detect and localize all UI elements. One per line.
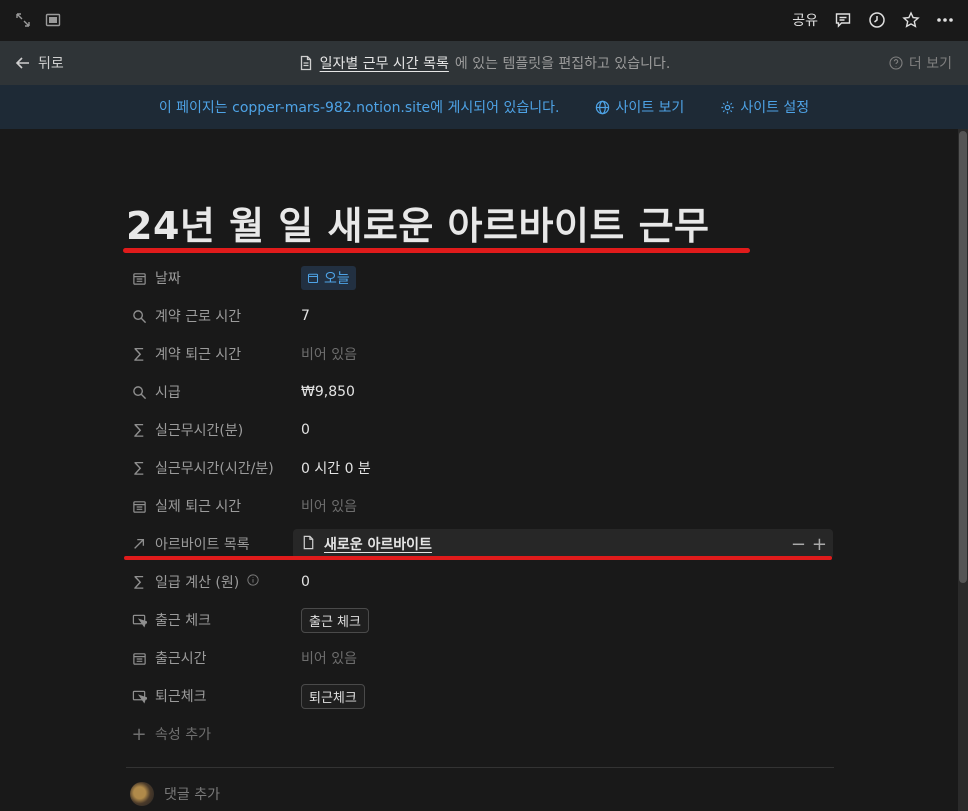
site-settings-button[interactable]: 사이트 설정 xyxy=(720,97,809,117)
publish-message[interactable]: 이 페이지는 copper-mars-982.notion.site에 게시되어… xyxy=(159,97,560,117)
property-value[interactable]: 7 xyxy=(301,308,834,324)
checkout-button[interactable]: 퇴근체크 xyxy=(301,683,365,709)
property-daily-pay: ∑ 일급 계산 (원) 0 xyxy=(126,563,834,601)
property-checkin-button: 출근 체크 출근 체크 xyxy=(126,601,834,639)
property-value: 퇴근체크 xyxy=(301,683,834,709)
view-site-label: 사이트 보기 xyxy=(615,100,685,116)
relation-title[interactable]: 새로운 아르바이트 xyxy=(324,534,432,554)
sigma-icon: ∑ xyxy=(134,460,144,476)
page-icon xyxy=(298,55,314,71)
globe-icon xyxy=(595,100,610,115)
divider xyxy=(126,767,834,768)
property-value: 출근 체크 xyxy=(301,607,834,633)
publish-banner: 이 페이지는 copper-mars-982.notion.site에 게시되어… xyxy=(0,85,968,129)
relation-controls: − + xyxy=(791,534,827,555)
property-value[interactable]: 비어 있음 xyxy=(301,344,834,364)
gear-icon xyxy=(720,100,735,115)
property-name[interactable]: 퇴근체크 xyxy=(126,686,301,706)
add-property-button[interactable]: + 속성 추가 xyxy=(126,715,834,753)
title-annotation-underline xyxy=(123,248,750,253)
star-icon[interactable] xyxy=(902,11,920,29)
calendar-icon xyxy=(131,650,147,666)
property-actual-leave-time: 실제 퇴근 시간 비어 있음 xyxy=(126,487,834,525)
top-bar: 공유 xyxy=(0,0,968,40)
site-settings-label: 사이트 설정 xyxy=(740,100,810,116)
plus-icon: + xyxy=(131,723,147,745)
cursor-click-icon xyxy=(131,612,147,628)
avatar xyxy=(130,782,154,806)
page-title[interactable]: 24년 월 일 새로운 아르바이트 근무 xyxy=(126,195,710,250)
property-name[interactable]: ∑ 계약 퇴근 시간 xyxy=(126,344,301,364)
expand-icon[interactable] xyxy=(14,11,32,29)
property-name[interactable]: 시급 xyxy=(126,382,301,402)
template-message-text: 에 있는 템플릿을 편집하고 있습니다. xyxy=(454,56,671,72)
scrollbar-thumb[interactable] xyxy=(959,131,967,583)
add-property-label: 속성 추가 xyxy=(155,727,211,743)
comment-icon[interactable] xyxy=(834,11,852,29)
add-comment-label: 댓글 추가 xyxy=(164,787,220,803)
remove-relation-icon[interactable]: − xyxy=(791,534,806,555)
cursor-click-icon xyxy=(131,688,147,704)
relation-annotation-underline xyxy=(124,556,832,560)
property-date: 날짜 오늘 xyxy=(126,259,834,297)
scrollbar[interactable] xyxy=(958,129,968,811)
property-actual-minutes: ∑ 실근무시간(분) 0 xyxy=(126,411,834,449)
property-actual-hours-minutes: ∑ 실근무시간(시간/분) 0 시간 0 분 xyxy=(126,449,834,487)
property-value[interactable]: 오늘 xyxy=(301,266,834,290)
back-button[interactable]: 뒤로 xyxy=(14,53,64,73)
template-edit-bar: 뒤로 일자별 근무 시간 목록 에 있는 템플릿을 편집하고 있습니다. 더 보… xyxy=(0,41,968,85)
share-button[interactable]: 공유 xyxy=(792,10,818,30)
property-value[interactable]: 0 xyxy=(301,574,834,590)
view-site-button[interactable]: 사이트 보기 xyxy=(595,97,684,117)
property-hourly-wage: 시급 ₩9,850 xyxy=(126,373,834,411)
search-icon xyxy=(131,384,147,400)
property-name[interactable]: 출근시간 xyxy=(126,648,301,668)
property-name[interactable]: 아르바이트 목록 xyxy=(126,534,301,554)
property-contract-hours: 계약 근로 시간 7 xyxy=(126,297,834,335)
more-icon[interactable] xyxy=(936,11,954,29)
property-value[interactable]: 비어 있음 xyxy=(301,648,834,668)
property-name[interactable]: ∑ 실근무시간(분) xyxy=(126,420,301,440)
search-icon xyxy=(131,308,147,324)
property-value: 새로운 아르바이트 − + xyxy=(293,529,834,559)
more-label: 더 보기 xyxy=(908,56,952,72)
more-info-button[interactable]: 더 보기 xyxy=(889,53,952,73)
sidebar-icon[interactable] xyxy=(44,11,62,29)
calendar-icon xyxy=(131,498,147,514)
date-chip[interactable]: 오늘 xyxy=(301,266,356,290)
add-relation-icon[interactable]: + xyxy=(812,534,827,555)
calendar-icon xyxy=(131,270,147,286)
property-checkout-button: 퇴근체크 퇴근체크 xyxy=(126,677,834,715)
template-page-link[interactable]: 일자별 근무 시간 목록 xyxy=(320,53,449,73)
info-icon[interactable] xyxy=(247,574,259,590)
template-message: 일자별 근무 시간 목록 에 있는 템플릿을 편집하고 있습니다. xyxy=(0,41,968,85)
arrow-up-right-icon xyxy=(131,536,147,552)
property-value[interactable]: 비어 있음 xyxy=(301,496,834,516)
page-icon xyxy=(301,535,316,554)
property-name[interactable]: ∑ 실근무시간(시간/분) xyxy=(126,458,301,478)
clock-icon[interactable] xyxy=(868,11,886,29)
property-value[interactable]: 0 시간 0 분 xyxy=(301,458,834,478)
add-comment[interactable]: 댓글 추가 xyxy=(130,782,220,806)
arrow-left-icon xyxy=(14,54,32,72)
property-name[interactable]: 날짜 xyxy=(126,268,301,288)
sigma-icon: ∑ xyxy=(134,574,144,590)
calendar-icon xyxy=(307,273,319,284)
property-name[interactable]: 실제 퇴근 시간 xyxy=(126,496,301,516)
property-contract-leave-time: ∑ 계약 퇴근 시간 비어 있음 xyxy=(126,335,834,373)
property-name[interactable]: 출근 체크 xyxy=(126,610,301,630)
help-icon xyxy=(889,56,903,70)
property-name[interactable]: ∑ 일급 계산 (원) xyxy=(126,572,301,592)
checkin-button[interactable]: 출근 체크 xyxy=(301,607,369,633)
property-name[interactable]: 계약 근로 시간 xyxy=(126,306,301,326)
relation-item[interactable]: 새로운 아르바이트 − + xyxy=(293,529,833,559)
property-value[interactable]: ₩9,850 xyxy=(301,384,834,400)
properties-list: 날짜 오늘 계약 근로 시간 7 ∑ 계약 퇴근 시간 비어 있음 시급 ₩9,… xyxy=(126,259,834,753)
sigma-icon: ∑ xyxy=(134,346,144,362)
property-checkin-time: 출근시간 비어 있음 xyxy=(126,639,834,677)
sigma-icon: ∑ xyxy=(134,422,144,438)
back-label: 뒤로 xyxy=(38,56,64,72)
property-value[interactable]: 0 xyxy=(301,422,834,438)
